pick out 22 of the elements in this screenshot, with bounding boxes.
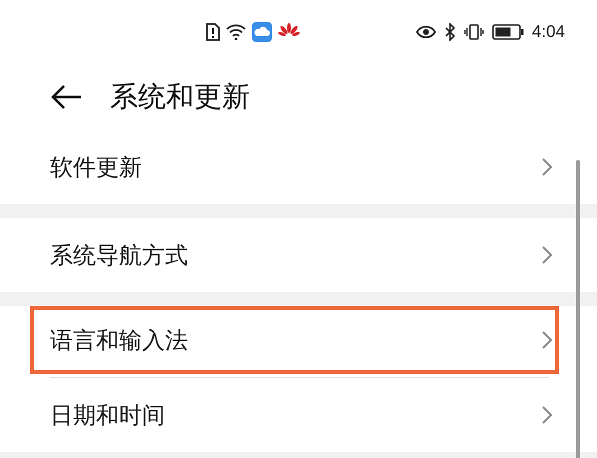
sim-alert-icon <box>206 23 220 41</box>
settings-item[interactable]: 系统导航方式 <box>0 218 597 292</box>
chevron-icon <box>541 157 553 177</box>
cloud-app-icon <box>252 22 272 42</box>
battery-icon <box>492 24 524 40</box>
settings-item[interactable]: 日期和时间 <box>0 378 597 452</box>
wifi-icon <box>226 24 246 40</box>
item-label: 系统导航方式 <box>50 242 188 270</box>
chevron-icon <box>541 405 553 425</box>
item-label: 日期和时间 <box>50 402 165 430</box>
bluetooth-icon <box>444 23 456 41</box>
settings-item[interactable]: 软件更新 <box>0 130 597 204</box>
back-arrow-icon[interactable] <box>50 84 82 110</box>
page-title: 系统和更新 <box>110 79 250 115</box>
settings-item[interactable]: 语言和输入法 <box>30 306 559 374</box>
chevron-icon <box>541 330 553 350</box>
item-label: 软件更新 <box>50 154 142 182</box>
clock-time: 4:04 <box>532 22 565 42</box>
eye-icon <box>416 25 436 39</box>
item-label: 语言和输入法 <box>50 326 188 356</box>
vibrate-icon <box>464 23 484 41</box>
chevron-icon <box>541 245 553 265</box>
